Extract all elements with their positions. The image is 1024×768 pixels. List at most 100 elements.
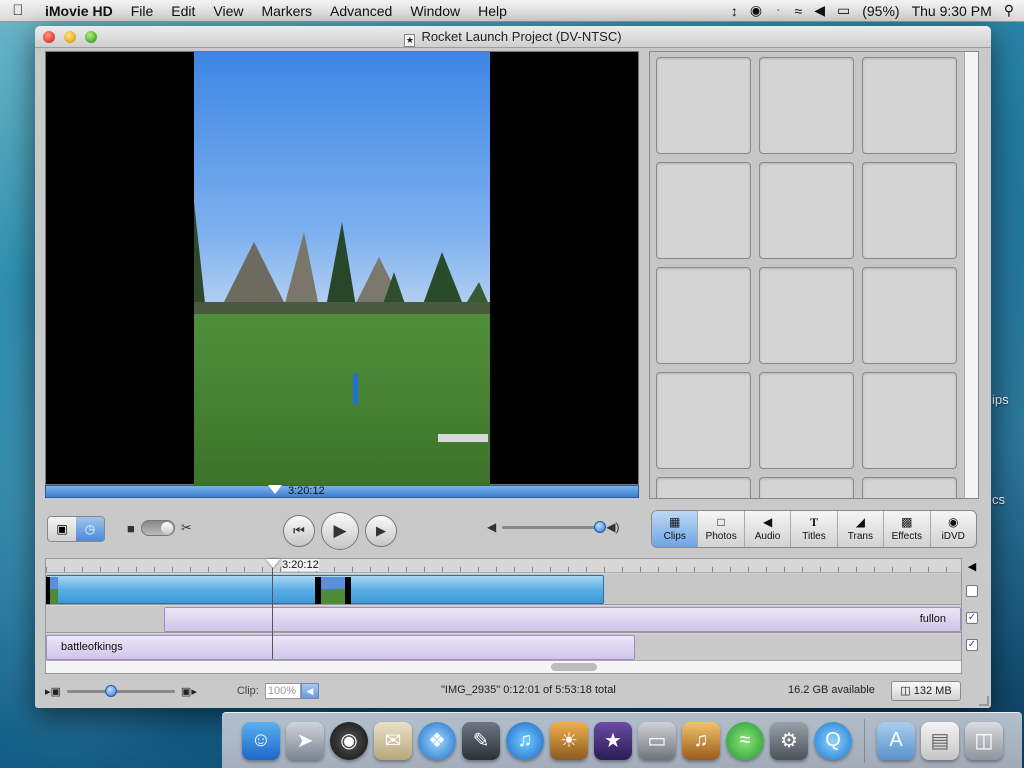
battery-icon[interactable]: ▭ <box>837 2 850 19</box>
video-viewer[interactable] <box>45 51 639 486</box>
finder-icon[interactable]: ☺ <box>242 721 280 760</box>
audio-clip-battleofkings[interactable]: battleofkings <box>46 635 635 660</box>
audio-track-2[interactable]: battleofkings <box>46 634 961 661</box>
clip-slot[interactable] <box>862 267 957 364</box>
clips-scrollbar[interactable] <box>964 52 978 498</box>
audio-track-1-checkbox[interactable]: ✓ <box>965 610 979 626</box>
quicktime-icon[interactable]: Q <box>814 721 852 760</box>
clip-slot[interactable] <box>759 162 854 259</box>
wifi-icon[interactable]: ≈ <box>795 3 803 19</box>
menu-app-name[interactable]: iMovie HD <box>36 3 122 19</box>
clip-slot[interactable] <box>862 57 957 154</box>
documents-stack-icon[interactable]: ▤ <box>921 721 959 760</box>
volume-slider-knob[interactable] <box>594 520 607 533</box>
timeline-scroll-thumb[interactable] <box>551 663 597 671</box>
applications-folder-icon[interactable]: A <box>877 721 915 760</box>
play-button[interactable]: ▶ <box>321 512 359 550</box>
desktop-item-label[interactable]: ips <box>992 392 1009 407</box>
clip-slot[interactable] <box>656 162 751 259</box>
zoom-slider-knob[interactable] <box>104 684 117 697</box>
eye-icon[interactable]: ◉ <box>750 2 762 19</box>
clip-slot[interactable] <box>656 372 751 469</box>
timeline-ruler[interactable]: 3:20:12 <box>46 559 961 573</box>
zoom-window-button[interactable] <box>85 31 97 43</box>
clip-slot[interactable] <box>759 372 854 469</box>
titles-pane-button[interactable]: T Titles <box>791 511 838 547</box>
audio-pane-button[interactable]: ◀ Audio <box>745 511 792 547</box>
scroll-arrows-icon[interactable]: ↕ <box>731 3 738 19</box>
clip-slot[interactable] <box>862 162 957 259</box>
itunes-icon[interactable]: ♫ <box>506 721 544 760</box>
spotify-icon[interactable]: ≈ <box>726 721 764 760</box>
audio-track-2-check[interactable]: ✓ <box>966 639 978 651</box>
play-fullscreen-button[interactable]: ▶ <box>365 515 397 547</box>
mail-icon[interactable]: ✉ <box>374 721 412 760</box>
menu-window[interactable]: Window <box>401 3 469 19</box>
viewer-scrubber-bar[interactable]: 3:20:12 <box>45 485 639 498</box>
menu-view[interactable]: View <box>204 3 252 19</box>
garageband-icon[interactable]: ♫ <box>682 721 720 760</box>
photos-pane-button[interactable]: □ Photos <box>698 511 745 547</box>
imovie-icon[interactable]: ★ <box>594 721 632 760</box>
transitions-pane-button[interactable]: ◢ Trans <box>838 511 885 547</box>
menu-file[interactable]: File <box>122 3 163 19</box>
bluetooth-icon[interactable]: ᛫ <box>774 3 782 19</box>
minimize-window-button[interactable] <box>64 31 76 43</box>
audio-track-1[interactable]: fullon <box>46 606 961 633</box>
audio-track-2-checkbox[interactable]: ✓ <box>965 637 979 653</box>
timeline[interactable]: 3:20:12 fullon battleofkings <box>45 558 962 674</box>
menu-advanced[interactable]: Advanced <box>321 3 401 19</box>
video-track-check[interactable] <box>966 585 978 597</box>
close-window-button[interactable] <box>43 31 55 43</box>
clip-viewer-mode-icon[interactable]: ▣ <box>48 517 76 541</box>
camera-edit-toggle[interactable] <box>140 520 175 536</box>
clip-slot[interactable] <box>656 267 751 364</box>
clip-slot[interactable] <box>862 477 957 498</box>
dashboard-icon[interactable]: ◉ <box>330 721 368 760</box>
clip-slot[interactable] <box>656 57 751 154</box>
menu-markers[interactable]: Markers <box>252 3 321 19</box>
window-titlebar[interactable]: ★ Rocket Launch Project (DV-NTSC) <box>35 26 991 48</box>
clips-pane-button[interactable]: ▦ Clips <box>652 511 699 547</box>
trash-can-icon[interactable]: ◫ <box>965 721 1003 760</box>
clip-slot[interactable] <box>656 477 751 498</box>
video-clip[interactable] <box>46 575 604 604</box>
menu-edit[interactable]: Edit <box>162 3 204 19</box>
clip-volume-speaker-icon[interactable]: ◀ <box>300 683 319 699</box>
window-resize-handle[interactable] <box>979 696 989 706</box>
volume-slider[interactable] <box>502 520 607 533</box>
font-book-icon[interactable]: ✎ <box>462 721 500 760</box>
launchpad-icon[interactable]: ➤ <box>286 721 324 760</box>
video-track-checkbox[interactable] <box>965 583 979 599</box>
timeline-playhead-icon[interactable] <box>266 559 280 568</box>
timeline-scrollbar[interactable] <box>46 660 961 673</box>
zoom-slider[interactable] <box>66 684 175 697</box>
keynote-icon[interactable]: ▭ <box>638 721 676 760</box>
desktop-item-label[interactable]: cs <box>992 492 1005 507</box>
volume-icon[interactable]: ◀ <box>814 2 825 19</box>
safari-icon[interactable]: ❖ <box>418 721 456 760</box>
clip-slot[interactable] <box>759 267 854 364</box>
timeline-mode-icon[interactable]: ◷ <box>76 517 104 541</box>
timeline-audio-toggle[interactable]: ◀ <box>965 559 979 573</box>
apple-menu-icon[interactable]:  <box>0 2 36 19</box>
system-preferences-icon[interactable]: ⚙ <box>770 721 808 760</box>
camera-edit-switch[interactable]: ■ ✂ <box>127 520 192 536</box>
clip-volume-field[interactable]: 100% <box>264 683 301 699</box>
spotlight-search-icon[interactable]: ⚲ <box>1004 2 1014 19</box>
rewind-button[interactable]: ⏮ <box>283 515 315 547</box>
video-track[interactable] <box>46 574 961 605</box>
idvd-pane-button[interactable]: ◉ iDVD <box>931 511 976 547</box>
menu-help[interactable]: Help <box>469 3 516 19</box>
iphoto-icon[interactable]: ☀ <box>550 721 588 760</box>
clip-slot[interactable] <box>759 477 854 498</box>
audio-track-1-check[interactable]: ✓ <box>966 612 978 624</box>
clip-slot[interactable] <box>759 57 854 154</box>
timeline-playhead[interactable] <box>272 559 273 659</box>
battery-percent[interactable]: (95%) <box>862 3 899 19</box>
menu-clock[interactable]: Thu 9:30 PM <box>912 3 992 19</box>
audio-clip-fullon[interactable]: fullon <box>164 607 961 632</box>
project-trash-button[interactable]: ◫ 132 MB <box>891 681 961 701</box>
edit-mode-toggle[interactable]: ▣ ◷ <box>47 516 105 542</box>
effects-pane-button[interactable]: ▩ Effects <box>884 511 931 547</box>
